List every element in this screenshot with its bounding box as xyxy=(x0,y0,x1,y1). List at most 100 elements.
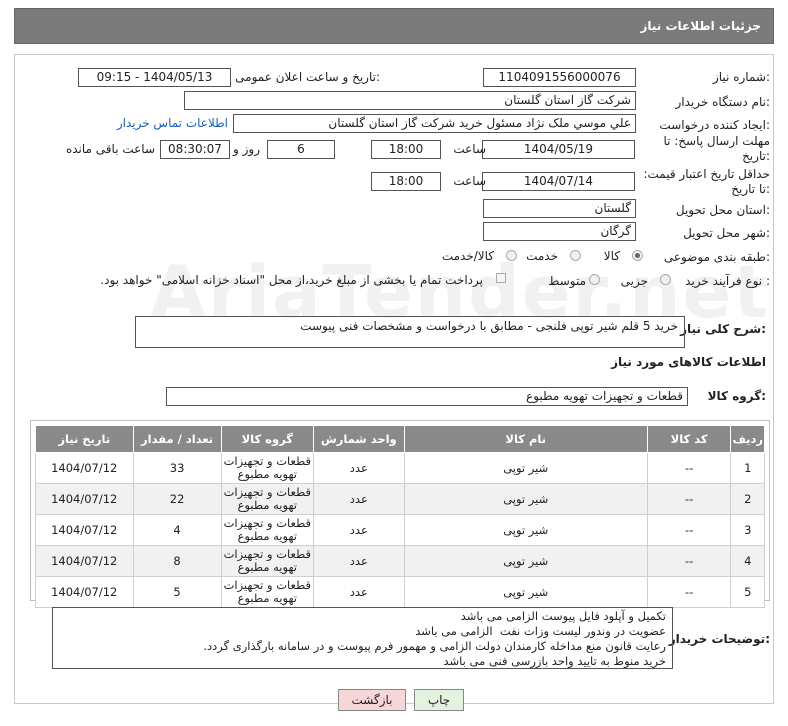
buyer-field: شرکت گاز استان گلستان xyxy=(184,91,636,110)
category-option-goods: کالا xyxy=(603,249,620,263)
category-option-goods-service: کالا/خدمت xyxy=(441,249,494,263)
validity-label: حداقل تاریخ اعتبار قیمت: تا تاریخ: xyxy=(643,167,770,196)
city-field: گرگان xyxy=(483,222,636,241)
table-row: 3 -- شیر توپی عدد قطعات و تجهیزات تهویه … xyxy=(35,514,765,546)
validity-date-field: 1404/07/14 xyxy=(482,172,635,191)
table-row: 1 -- شیر توپی عدد قطعات و تجهیزات تهویه … xyxy=(35,452,765,484)
cell-group: قطعات و تجهیزات تهویه مطبوع xyxy=(220,452,314,484)
cell-unit: عدد xyxy=(312,545,405,577)
goods-group-label: گروه کالا: xyxy=(707,389,766,403)
cell-code: -- xyxy=(646,452,732,484)
cell-code: -- xyxy=(646,514,732,546)
col-code: کد کالا xyxy=(646,425,732,453)
province-field: گلستان xyxy=(483,199,636,218)
cell-row: 3 xyxy=(730,514,765,546)
creator-field: علي موسي ملک نژاد مسئول خرید شرکت گاز اس… xyxy=(233,114,636,133)
cell-row: 4 xyxy=(730,545,765,577)
cell-code: -- xyxy=(646,576,732,608)
goods-group-field: قطعات و تجهیزات تهویه مطبوع xyxy=(166,387,688,406)
cell-row: 2 xyxy=(730,483,765,515)
process-radio-minor[interactable] xyxy=(660,274,671,285)
validity-time-field: 18:00 xyxy=(371,172,441,191)
items-table: ردیف کد کالا نام کالا واحد شمارش گروه کا… xyxy=(35,425,765,608)
description-label: شرح کلی نیاز: xyxy=(680,322,766,336)
category-label: طبقه بندی موضوعی: xyxy=(663,250,770,264)
category-radio-service[interactable] xyxy=(570,250,581,261)
category-radio-goods[interactable] xyxy=(632,250,643,261)
deadline-label: مهلت ارسال پاسخ: تا تاریخ: xyxy=(663,134,770,163)
description-field: خرید 5 قلم شیر توپی فلنجی - مطابق با درخ… xyxy=(135,316,685,348)
cell-name: شیر توپی xyxy=(403,576,648,608)
province-label: استان محل تحویل: xyxy=(675,203,770,217)
table-row: 2 -- شیر توپی عدد قطعات و تجهیزات تهویه … xyxy=(35,483,765,515)
cell-date: 1404/07/12 xyxy=(35,452,134,484)
cell-name: شیر توپی xyxy=(403,452,648,484)
cell-code: -- xyxy=(646,545,732,577)
cell-group: قطعات و تجهیزات تهویه مطبوع xyxy=(220,545,314,577)
buyer-label: نام دستگاه خریدار: xyxy=(675,95,771,109)
buyer-notes-label: توضیحات خریدار: xyxy=(668,632,770,646)
cell-unit: عدد xyxy=(312,576,405,608)
deadline-time-label: ساعت xyxy=(453,142,486,156)
creator-label: ایجاد کننده درخواست: xyxy=(659,118,770,132)
cell-qty: 33 xyxy=(132,452,222,484)
cell-group: قطعات و تجهیزات تهویه مطبوع xyxy=(220,483,314,515)
category-option-service: خدمت xyxy=(526,249,558,263)
need-number-label: شماره نیاز: xyxy=(712,70,770,84)
cell-group: قطعات و تجهیزات تهویه مطبوع xyxy=(220,514,314,546)
col-group: گروه کالا xyxy=(220,425,314,453)
process-radio-medium[interactable] xyxy=(589,274,600,285)
print-button[interactable]: چاپ xyxy=(414,689,464,711)
cell-qty: 8 xyxy=(132,545,222,577)
buyer-contact-link[interactable]: اطلاعات تماس خریدار xyxy=(117,116,228,130)
cell-name: شیر توپی xyxy=(403,514,648,546)
validity-time-label: ساعت xyxy=(453,174,486,188)
cell-name: شیر توپی xyxy=(403,545,648,577)
cell-row: 5 xyxy=(730,576,765,608)
cell-group: قطعات و تجهیزات تهویه مطبوع xyxy=(220,576,314,608)
days-label: روز و xyxy=(233,142,260,156)
col-name: نام کالا xyxy=(403,425,648,453)
table-row: 4 -- شیر توپی عدد قطعات و تجهیزات تهویه … xyxy=(35,545,765,577)
cell-qty: 5 xyxy=(132,576,222,608)
payment-text: پرداخت تمام یا بخشی از مبلغ خرید،از محل … xyxy=(100,273,483,287)
cell-date: 1404/07/12 xyxy=(35,576,134,608)
table-row: 5 -- شیر توپی عدد قطعات و تجهیزات تهویه … xyxy=(35,576,765,608)
cell-date: 1404/07/12 xyxy=(35,545,134,577)
city-label: شهر محل تحویل: xyxy=(683,226,770,240)
goods-section-title: اطلاعات کالاهای مورد نیاز xyxy=(611,355,766,369)
cell-unit: عدد xyxy=(312,452,405,484)
deadline-date-field: 1404/05/19 xyxy=(482,140,635,159)
cell-code: -- xyxy=(646,483,732,515)
need-number-field: 1104091556000076 xyxy=(483,68,636,87)
back-button[interactable]: بازگشت xyxy=(338,689,406,711)
category-radio-goods-service[interactable] xyxy=(506,250,517,261)
announce-field: 1404/05/13 - 09:15 xyxy=(78,68,231,87)
col-date: تاریخ نیاز xyxy=(35,425,134,453)
process-option-minor: جزیی xyxy=(620,274,648,288)
cell-unit: عدد xyxy=(312,483,405,515)
deadline-time-field: 18:00 xyxy=(371,140,441,159)
payment-checkbox[interactable] xyxy=(496,273,506,283)
cell-unit: عدد xyxy=(312,514,405,546)
cell-date: 1404/07/12 xyxy=(35,483,134,515)
cell-date: 1404/07/12 xyxy=(35,514,134,546)
process-option-medium: متوسط xyxy=(548,274,586,288)
cell-name: شیر توپی xyxy=(403,483,648,515)
process-label: نوع فرآیند خرید : xyxy=(685,274,770,288)
items-table-container: ردیف کد کالا نام کالا واحد شمارش گروه کا… xyxy=(30,420,770,608)
col-qty: تعداد / مقدار xyxy=(132,425,222,453)
remaining-label: ساعت باقی مانده xyxy=(65,142,155,156)
page-title: جزئیات اطلاعات نیاز xyxy=(640,19,761,33)
buyer-notes-field: تکمیل و آپلود فایل پیوست الزامی می باشد … xyxy=(52,607,673,669)
cell-qty: 22 xyxy=(132,483,222,515)
table-header-row: ردیف کد کالا نام کالا واحد شمارش گروه کا… xyxy=(35,425,765,453)
page-header: جزئیات اطلاعات نیاز xyxy=(14,8,774,44)
announce-label: تاریخ و ساعت اعلان عمومی: xyxy=(235,70,380,84)
remaining-time-field: 08:30:07 xyxy=(160,140,230,159)
col-unit: واحد شمارش xyxy=(312,425,405,453)
col-row: ردیف xyxy=(730,425,765,453)
cell-row: 1 xyxy=(730,452,765,484)
days-field: 6 xyxy=(267,140,335,159)
cell-qty: 4 xyxy=(132,514,222,546)
